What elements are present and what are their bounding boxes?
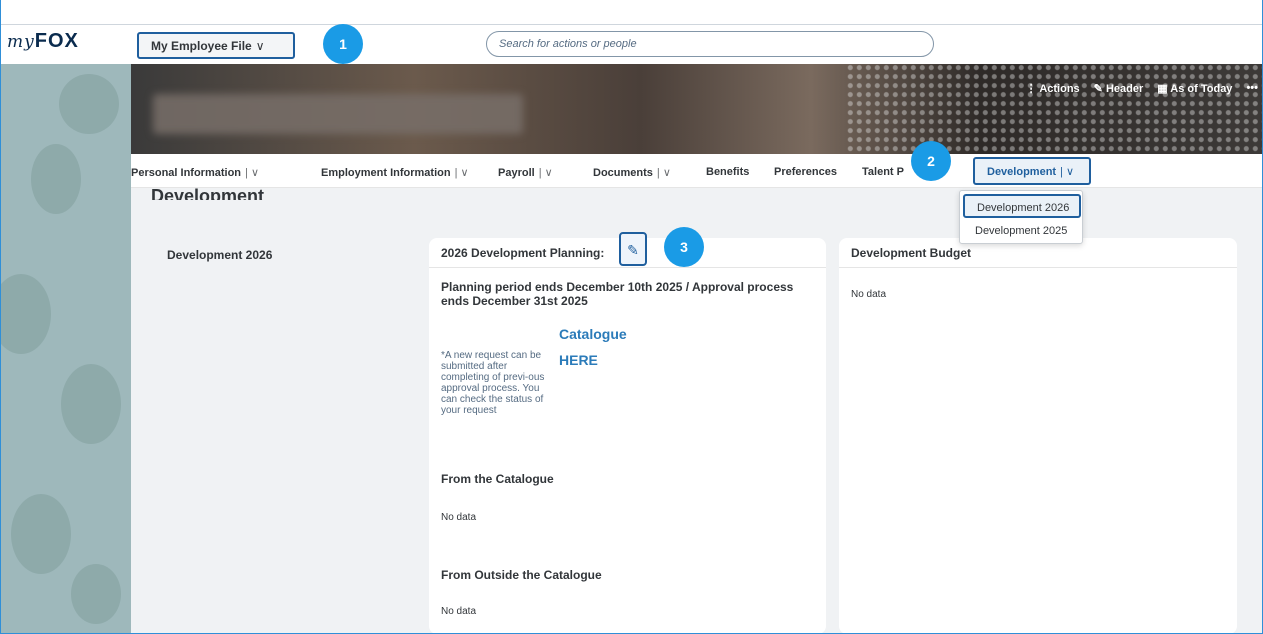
step-badge-3: 3 (664, 227, 704, 267)
blurred-employee-name (153, 94, 523, 134)
tab-employment-information[interactable]: Employment Information | ∨ (321, 166, 469, 179)
tab-talent-profile[interactable]: Talent P (862, 166, 904, 178)
tab-benefits[interactable]: Benefits (706, 166, 749, 178)
from-outside-value: No data (441, 606, 477, 617)
from-catalogue-heading: From the Catalogue (441, 472, 554, 486)
pencil-icon: ✎ (627, 242, 639, 258)
menu-item-development-2026[interactable]: Development 2026 (963, 194, 1081, 218)
menu-item-development-2025[interactable]: Development 2025 (963, 219, 1081, 243)
development-dropdown-menu: Development 2026 Development 2025 (959, 190, 1083, 244)
mascot-image (31, 144, 81, 214)
actions-button[interactable]: ⋮ Actions (1026, 82, 1080, 95)
tab-personal-information[interactable]: Personal Information | ∨ (131, 166, 259, 179)
app-logo[interactable]: myFOX (7, 30, 79, 53)
tab-payroll[interactable]: Payroll | ∨ (498, 166, 553, 179)
mascot-image (61, 364, 121, 444)
request-note: *A new request can be submitted after co… (441, 350, 545, 416)
search-placeholder: Search for actions or people (499, 38, 637, 50)
catalogue-link[interactable]: Catalogue (559, 326, 627, 342)
header-banner: ⋮ Actions ✎ Header ▦ As of Today ••• (131, 64, 1262, 154)
logo-my: my (7, 32, 35, 52)
budget-value: No data (851, 289, 887, 300)
from-outside-heading: From Outside the Catalogue (441, 568, 602, 582)
chevron-down-icon: ∨ (255, 39, 265, 53)
employee-file-label: My Employee File (151, 39, 252, 53)
subsection-title: Development 2026 (167, 248, 273, 262)
pencil-icon: ✎ (1093, 83, 1106, 95)
calendar-icon: ▦ (1157, 83, 1171, 95)
app-frame: myFOX My Employee File ∨ Search for actio… (0, 0, 1263, 634)
mascot-image (71, 564, 121, 624)
section-title: Development (151, 186, 265, 200)
edit-button[interactable]: ✎ (619, 232, 647, 266)
employee-file-button[interactable]: My Employee File ∨ (137, 32, 295, 59)
overflow-menu-icon[interactable]: ••• (1246, 82, 1258, 95)
header-actions: ⋮ Actions ✎ Header ▦ As of Today ••• (1026, 82, 1258, 95)
planning-period-text: Planning period ends December 10th 2025 … (441, 280, 794, 308)
development-budget-card: Development Budget No data (839, 238, 1237, 633)
tab-preferences[interactable]: Preferences (774, 166, 837, 178)
tab-documents[interactable]: Documents | ∨ (593, 166, 671, 179)
banner-texture (844, 64, 1262, 154)
mascot-image (59, 74, 119, 134)
decorative-background (1, 64, 131, 633)
search-input[interactable]: Search for actions or people (486, 31, 934, 57)
tab-development[interactable]: Development | ∨ (973, 157, 1091, 185)
development-planning-card: 2026 Development Planning: ✎ Planning pe… (429, 232, 826, 633)
here-link[interactable]: HERE (559, 352, 598, 368)
mascot-image (11, 494, 71, 574)
top-bar: myFOX My Employee File ∨ Search for actio… (1, 24, 1262, 64)
as-of-today-button[interactable]: ▦ As of Today (1157, 82, 1232, 95)
mascot-image (1, 274, 51, 354)
logo-fox: FOX (34, 30, 79, 52)
more-vertical-icon: ⋮ (1025, 83, 1040, 95)
step-badge-2: 2 (911, 141, 951, 181)
step-badge-1: 1 (323, 24, 363, 64)
from-catalogue-value: No data (441, 512, 477, 523)
header-button[interactable]: ✎ Header (1094, 82, 1144, 95)
tab-bar: Personal Information | ∨ Employment Infor… (131, 154, 1262, 188)
